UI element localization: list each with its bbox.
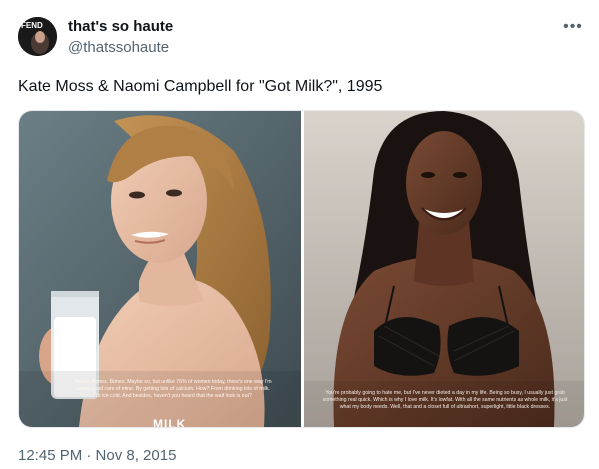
media-photo-kate-moss[interactable]: Bones. Bones. Bones. Maybe so, but unlik…: [19, 111, 301, 427]
avatar-image: FEND: [18, 17, 57, 56]
media-photo-naomi-campbell[interactable]: You're probably going to hate me, but I'…: [304, 111, 584, 427]
more-options-button[interactable]: •••: [560, 16, 586, 38]
left-ad-copy: Bones. Bones. Bones. Maybe so, but unlik…: [74, 379, 272, 399]
tweet-timestamp[interactable]: 12:45 PM · Nov 8, 2015: [18, 447, 176, 464]
author-handle[interactable]: @thatssohaute: [68, 39, 169, 56]
tweet-card: FEND that's so haute @thatssohaute ••• K…: [0, 0, 599, 469]
photo-right-image: [304, 111, 584, 427]
more-horizontal-icon: •••: [563, 18, 583, 35]
author-display-name[interactable]: that's so haute: [68, 18, 173, 35]
avatar-logo-text: FEND: [21, 21, 43, 30]
avatar[interactable]: FEND: [18, 17, 57, 56]
right-ad-copy: You're probably going to hate me, but I'…: [322, 390, 568, 410]
milk-brand-mark: MILK: [153, 417, 187, 427]
media-grid: Bones. Bones. Bones. Maybe so, but unlik…: [18, 110, 585, 428]
tweet-text: Kate Moss & Naomi Campbell for "Got Milk…: [18, 78, 383, 95]
